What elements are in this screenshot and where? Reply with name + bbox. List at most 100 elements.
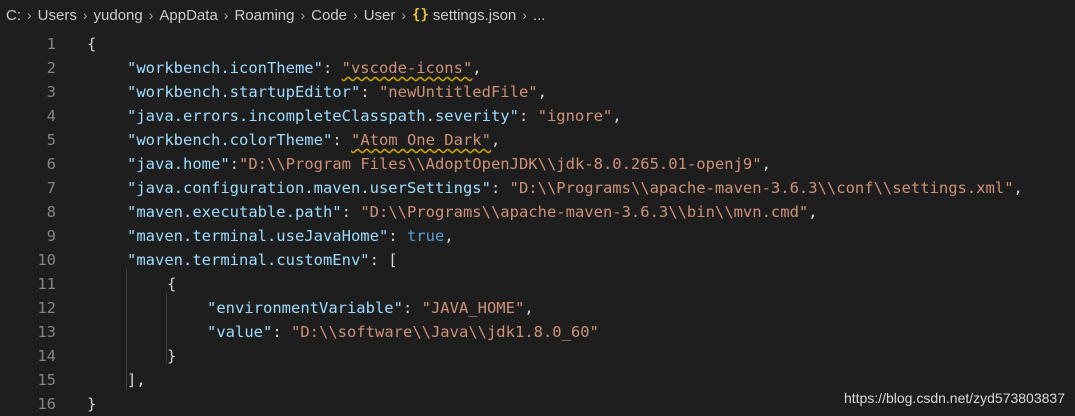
code-token: "environmentVariable" bbox=[207, 299, 403, 317]
code-token: : bbox=[229, 155, 239, 173]
code-text[interactable]: "workbench.iconTheme": "vscode-icons", bbox=[127, 56, 482, 80]
code-token: "D:\\Program Files\\AdoptOpenJDK\\jdk-8.… bbox=[239, 155, 762, 173]
chevron-right-icon: › bbox=[522, 7, 527, 23]
line-number: 4 bbox=[46, 107, 56, 125]
breadcrumb-item-appdata[interactable]: AppData bbox=[159, 7, 217, 24]
breadcrumb-item-code[interactable]: Code bbox=[311, 7, 347, 24]
code-line[interactable]: 4 "java.errors.incompleteClasspath.severi… bbox=[0, 104, 1075, 128]
chevron-right-icon: › bbox=[27, 7, 32, 23]
code-token: "vscode-icons" bbox=[341, 59, 473, 77]
code-line[interactable]: 5 "workbench.colorTheme": "Atom One Dark"… bbox=[0, 128, 1075, 152]
chevron-right-icon: › bbox=[300, 7, 306, 23]
code-line[interactable]: 1{ bbox=[0, 32, 1075, 56]
code-line[interactable]: 6 "java.home":"D:\\Program Files\\AdoptOp… bbox=[0, 152, 1075, 176]
chevron-right-icon: › bbox=[223, 7, 229, 23]
code-line[interactable]: 8 "maven.executable.path": "D:\\Programs\… bbox=[0, 200, 1075, 224]
breadcrumb-item-roaming[interactable]: Roaming bbox=[234, 7, 294, 24]
code-token: "workbench.iconTheme" bbox=[127, 59, 323, 77]
code-token: "maven.terminal.customEnv" bbox=[127, 251, 370, 269]
code-token: : bbox=[322, 59, 342, 77]
code-text[interactable]: "java.home":"D:\\Program Files\\AdoptOpe… bbox=[127, 152, 771, 176]
code-line[interactable]: 13 "value": "D:\\software\\Java\\jdk1.8.0… bbox=[0, 320, 1075, 344]
code-line[interactable]: 14} bbox=[0, 344, 1075, 368]
code-token: "maven.terminal.useJavaHome" bbox=[127, 227, 389, 245]
code-token: , bbox=[808, 203, 818, 221]
code-token: , bbox=[444, 227, 454, 245]
chevron-right-icon: › bbox=[401, 7, 407, 23]
code-token: } bbox=[167, 347, 177, 365]
breadcrumb-ellipsis[interactable]: ... bbox=[533, 7, 546, 24]
breadcrumb-item-file[interactable]: settings.json bbox=[433, 7, 516, 24]
breadcrumb-item-user-folder[interactable]: yudong bbox=[94, 7, 143, 24]
code-text[interactable]: "maven.terminal.useJavaHome": true, bbox=[127, 224, 454, 248]
code-token: "maven.executable.path" bbox=[127, 203, 342, 221]
code-text[interactable]: } bbox=[167, 344, 176, 368]
code-token: "java.home" bbox=[127, 155, 230, 173]
code-token: { bbox=[167, 275, 177, 293]
code-line[interactable]: 2 "workbench.iconTheme": "vscode-icons", bbox=[0, 56, 1075, 80]
code-token: { bbox=[87, 35, 97, 53]
code-token: "newUntitledFile" bbox=[378, 83, 538, 101]
line-number: 13 bbox=[37, 323, 56, 341]
json-file-icon: {} bbox=[412, 7, 429, 23]
code-token: , bbox=[1013, 179, 1023, 197]
code-text[interactable]: "workbench.colorTheme": "Atom One Dark", bbox=[127, 128, 500, 152]
breadcrumb-item-users[interactable]: Users bbox=[38, 7, 77, 24]
chevron-right-icon: › bbox=[353, 7, 358, 23]
line-number: 10 bbox=[37, 251, 56, 269]
code-token: , bbox=[761, 155, 771, 173]
code-token: : bbox=[332, 131, 351, 149]
code-line[interactable]: 10 "maven.terminal.customEnv": [ bbox=[0, 248, 1075, 272]
code-text[interactable]: "value": "D:\\software\\Java\\jdk1.8.0_6… bbox=[207, 320, 599, 344]
breadcrumb-item-drive[interactable]: C: bbox=[6, 7, 21, 24]
code-text[interactable]: "environmentVariable": "JAVA_HOME", bbox=[207, 296, 534, 320]
line-number: 14 bbox=[37, 347, 56, 365]
code-token: true bbox=[406, 227, 445, 245]
code-line[interactable]: 15], bbox=[0, 368, 1075, 392]
code-text[interactable]: } bbox=[87, 392, 96, 416]
code-text[interactable]: { bbox=[167, 272, 176, 296]
code-token: } bbox=[87, 395, 97, 413]
code-token: , bbox=[524, 299, 534, 317]
breadcrumb-item-user[interactable]: User bbox=[364, 7, 396, 24]
code-token: , bbox=[612, 107, 622, 125]
code-text[interactable]: "maven.terminal.customEnv": [ bbox=[127, 248, 398, 272]
line-number: 1 bbox=[46, 35, 56, 53]
line-number: 11 bbox=[37, 275, 56, 293]
code-editor[interactable]: 1{2 "workbench.iconTheme": "vscode-icons"… bbox=[0, 30, 1075, 414]
code-line[interactable]: 3 "workbench.startupEditor": "newUntitled… bbox=[0, 80, 1075, 104]
line-number: 6 bbox=[46, 155, 56, 173]
code-text[interactable]: "java.configuration.maven.userSettings":… bbox=[127, 176, 1023, 200]
code-text[interactable]: "java.errors.incompleteClasspath.severit… bbox=[127, 104, 622, 128]
line-number: 5 bbox=[46, 131, 56, 149]
code-token: : bbox=[518, 107, 538, 125]
code-token: ], bbox=[127, 371, 146, 389]
line-number: 15 bbox=[37, 371, 56, 389]
code-token: : bbox=[341, 203, 361, 221]
code-token: "workbench.startupEditor" bbox=[127, 83, 361, 101]
code-text[interactable]: { bbox=[87, 32, 96, 56]
code-token: : bbox=[490, 179, 510, 197]
code-token: : bbox=[360, 83, 379, 101]
code-line[interactable]: 9 "maven.terminal.useJavaHome": true, bbox=[0, 224, 1075, 248]
code-token: "D:\\Programs\\apache-maven-3.6.3\\bin\\… bbox=[360, 203, 809, 221]
code-token: "value" bbox=[207, 323, 273, 341]
code-line[interactable]: 11 { bbox=[0, 272, 1075, 296]
code-text[interactable]: ], bbox=[127, 368, 146, 392]
code-token: "ignore" bbox=[537, 107, 613, 125]
line-number: 8 bbox=[46, 203, 56, 221]
code-token: "java.errors.incompleteClasspath.severit… bbox=[127, 107, 519, 125]
code-token: : bbox=[388, 227, 407, 245]
code-line[interactable]: 12 "environmentVariable": "JAVA_HOME", bbox=[0, 296, 1075, 320]
code-token: : bbox=[402, 299, 422, 317]
code-token: "JAVA_HOME" bbox=[421, 299, 525, 317]
watermark: https://blog.csdn.net/zyd573803837 bbox=[843, 390, 1065, 406]
code-line[interactable]: 7 "java.configuration.maven.userSettings"… bbox=[0, 176, 1075, 200]
code-token: : bbox=[272, 323, 291, 341]
code-token: "Atom One Dark" bbox=[350, 131, 491, 149]
code-token: , bbox=[472, 59, 482, 77]
code-text[interactable]: "maven.executable.path": "D:\\Programs\\… bbox=[127, 200, 818, 224]
code-token: : [ bbox=[369, 251, 398, 269]
code-text[interactable]: "workbench.startupEditor": "newUntitledF… bbox=[127, 80, 547, 104]
line-number: 9 bbox=[46, 227, 56, 245]
